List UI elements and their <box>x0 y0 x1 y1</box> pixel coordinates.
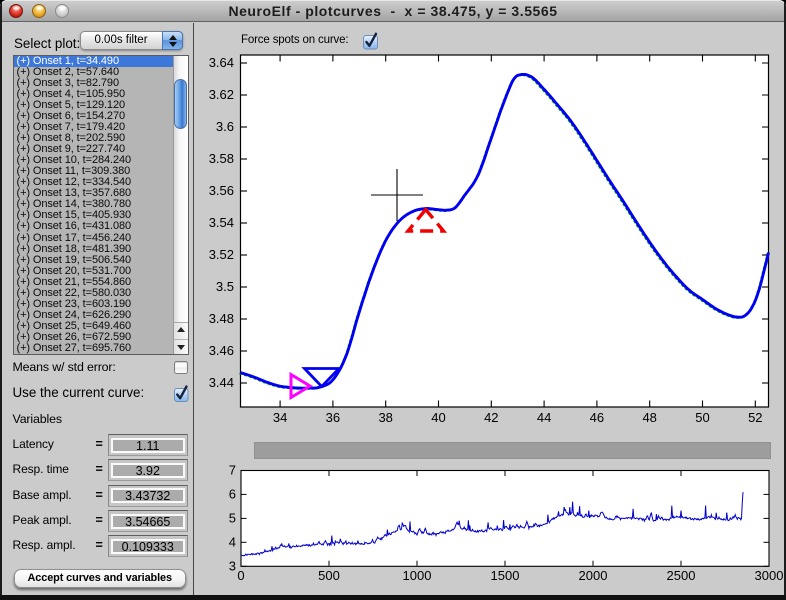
svg-text:38: 38 <box>378 410 392 425</box>
svg-text:3.54: 3.54 <box>209 215 234 230</box>
svg-text:1500: 1500 <box>491 568 520 583</box>
svg-text:50: 50 <box>695 410 709 425</box>
svg-text:3.58: 3.58 <box>209 151 234 166</box>
svg-text:4: 4 <box>229 534 236 549</box>
svg-text:3.56: 3.56 <box>209 183 234 198</box>
svg-text:34: 34 <box>273 410 287 425</box>
svg-text:6: 6 <box>229 486 236 501</box>
svg-text:44: 44 <box>537 410 551 425</box>
svg-text:500: 500 <box>318 568 340 583</box>
svg-text:2000: 2000 <box>579 568 608 583</box>
svg-text:3: 3 <box>229 558 236 573</box>
svg-text:3000: 3000 <box>755 568 784 583</box>
svg-text:2500: 2500 <box>667 568 696 583</box>
svg-text:3.5: 3.5 <box>216 279 234 294</box>
svg-text:52: 52 <box>748 410 762 425</box>
svg-text:3.64: 3.64 <box>209 55 234 70</box>
svg-text:36: 36 <box>326 410 340 425</box>
svg-text:0: 0 <box>237 568 244 583</box>
svg-text:40: 40 <box>431 410 445 425</box>
svg-text:3.62: 3.62 <box>209 87 234 102</box>
svg-text:3.48: 3.48 <box>209 311 234 326</box>
svg-text:42: 42 <box>484 410 498 425</box>
svg-text:7: 7 <box>229 463 236 478</box>
svg-text:3.46: 3.46 <box>209 343 234 358</box>
svg-text:46: 46 <box>590 410 604 425</box>
svg-text:5: 5 <box>229 510 236 525</box>
svg-text:3.52: 3.52 <box>209 247 234 262</box>
svg-text:3.44: 3.44 <box>209 375 234 390</box>
svg-text:1000: 1000 <box>403 568 432 583</box>
svg-text:48: 48 <box>642 410 656 425</box>
svg-text:3.6: 3.6 <box>216 119 234 134</box>
